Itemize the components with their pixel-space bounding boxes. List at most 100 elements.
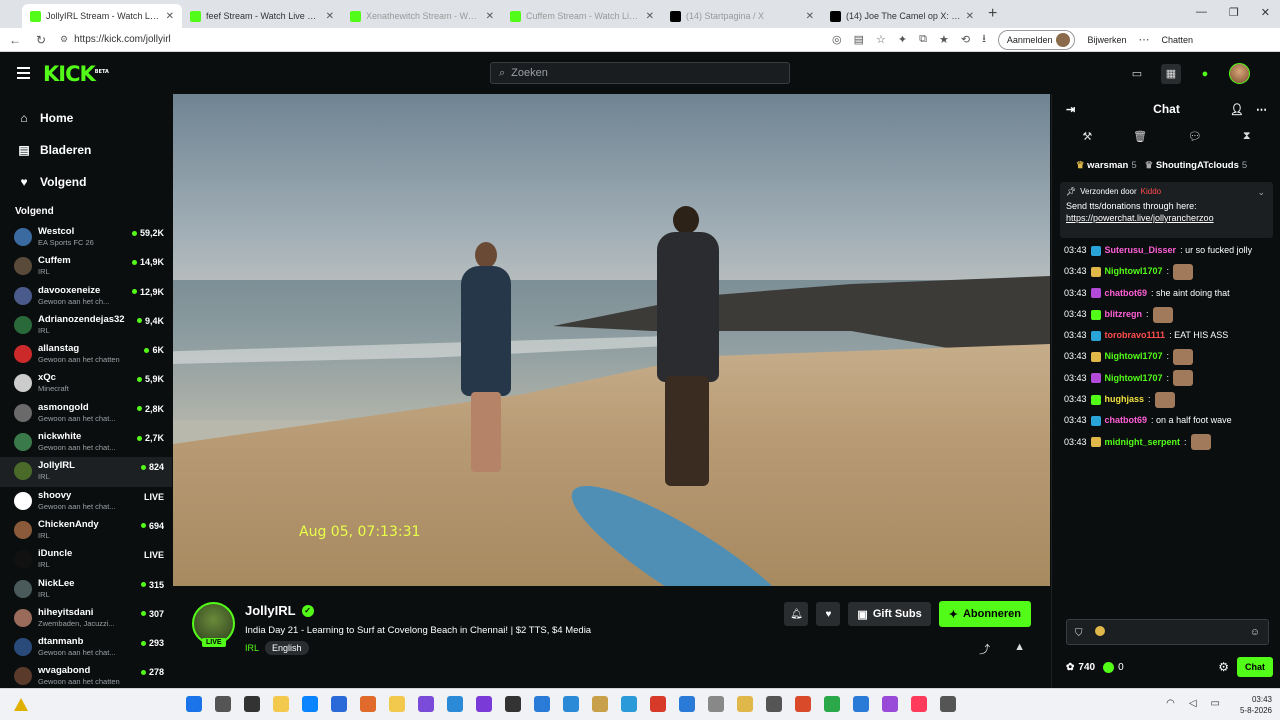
category-link[interactable]: IRL <box>245 643 259 653</box>
chat-message[interactable]: 03:43 blitzregn: <box>1064 304 1274 325</box>
kick-points[interactable]: 0 <box>1103 661 1124 673</box>
hammer-icon[interactable]: ⚒ <box>1082 130 1092 152</box>
taskbar-app-icon[interactable] <box>563 696 579 712</box>
site-info-icon[interactable]: ⚙ <box>60 34 68 45</box>
chat-message[interactable]: 03:43 torobravo1111: EAT HIS ASS <box>1064 325 1274 346</box>
minimize-icon[interactable]: — <box>1196 6 1207 19</box>
pinned-link[interactable]: https://powerchat.live/jollyrancherzoo <box>1066 213 1267 223</box>
gift-subs-button[interactable]: ▣ Gift Subs <box>848 602 931 626</box>
taskbar-app-icon[interactable] <box>679 696 695 712</box>
taskbar-app-icon[interactable] <box>186 696 202 712</box>
sidebar-channel[interactable]: JollyIRL IRL 824 <box>0 457 172 487</box>
taskbar-app-icon[interactable] <box>737 696 753 712</box>
favorite-star-icon[interactable]: ☆ <box>876 33 886 46</box>
system-clock[interactable]: 03:43 5-8-2026 <box>1240 694 1272 716</box>
trash-icon[interactable]: 🗑︎ <box>1133 130 1147 152</box>
message-username[interactable]: torobravo1111 <box>1105 325 1166 346</box>
chat-message[interactable]: 03:43 chatbot69: on a half foot wave <box>1064 410 1274 431</box>
sidebar-channel[interactable]: nickwhite Gewoon aan het chat... 2,7K <box>0 428 172 457</box>
sidebar-channel[interactable]: shoovy Gewoon aan het chat... LIVE <box>0 487 172 516</box>
sidebar-channel[interactable]: davooxeneize Gewoon aan het ch... 12,9K <box>0 282 172 311</box>
url-field[interactable]: ⚙ https://kick.com/jollyirl <box>60 34 820 45</box>
gifter[interactable]: ♛ warsman 5 <box>1076 160 1137 171</box>
taskbar-app-icon[interactable] <box>244 696 260 712</box>
tab-close-icon[interactable]: ✕ <box>966 11 974 22</box>
taskbar-app-icon[interactable] <box>505 696 521 712</box>
sidebar-channel[interactable]: xQc Minecraft 5,9K <box>0 369 172 398</box>
sidebar-channel[interactable]: Westcol EA Sports FC 26 59,2K <box>0 223 172 252</box>
reload-icon[interactable]: ↻ <box>34 33 48 47</box>
signin-button[interactable]: Aanmelden <box>997 29 1076 50</box>
notification-bell-button[interactable]: 🔔︎ <box>784 602 809 626</box>
more-options-icon[interactable]: ⋯ <box>1256 103 1267 116</box>
message-username[interactable]: Nightowl1707 <box>1105 346 1163 367</box>
collapse-chat-icon[interactable]: ⇥ <box>1066 103 1075 116</box>
message-username[interactable]: Nightowl1707 <box>1105 368 1163 389</box>
history-icon[interactable]: ⟲ <box>961 33 970 46</box>
taskbar-app-icon[interactable] <box>389 696 405 712</box>
taskbar-app-icon[interactable] <box>650 696 666 712</box>
more-icon[interactable]: ⋯ <box>1138 33 1149 46</box>
unpin-icon[interactable]: ⌄ <box>1257 187 1265 198</box>
layout-icon[interactable]: ▦ <box>1161 63 1181 84</box>
browser-tab[interactable]: feef Stream - Watch Live on Kick ✕ <box>182 4 342 28</box>
message-username[interactable]: hughjass <box>1105 389 1145 410</box>
report-warning-icon[interactable]: ▲ <box>1014 641 1025 657</box>
send-chat-button[interactable]: Chat <box>1237 657 1273 677</box>
favorites-icon[interactable]: ★ <box>939 33 949 46</box>
close-window-icon[interactable]: ✕ <box>1261 6 1270 19</box>
subscribe-button[interactable]: ✦ Abonneren <box>938 601 1031 627</box>
restore-icon[interactable]: ❐ <box>1229 6 1239 19</box>
pinned-sender[interactable]: Kiddo <box>1141 187 1161 196</box>
extensions-icon[interactable]: ✦ <box>898 33 907 46</box>
follow-button[interactable]: ♥ <box>816 602 841 626</box>
video-player[interactable]: Aug 05, 07:13:31 <box>173 94 1050 586</box>
language-tag[interactable]: English <box>265 641 309 655</box>
share-icon[interactable]: ⤴ <box>979 641 990 657</box>
tab-close-icon[interactable]: ✕ <box>806 11 814 22</box>
chat-message[interactable]: 03:43 midnight_serpent: <box>1064 432 1274 453</box>
taskbar-app-icon[interactable] <box>708 696 724 712</box>
menu-icon[interactable] <box>17 67 30 79</box>
sidebar-channel[interactable]: NickLee IRL 315 <box>0 575 172 604</box>
browser-tab[interactable]: (14) Startpagina / X ✕ <box>662 4 822 28</box>
taskbar-app-icon[interactable] <box>592 696 608 712</box>
user-avatar[interactable] <box>1229 63 1250 84</box>
sidebar-channel[interactable]: wvagabond Gewoon aan het chatten 278 <box>0 662 172 688</box>
chat-bubble-icon[interactable]: 💬︎ <box>1188 130 1202 152</box>
browser-tab[interactable]: Xenathewitch Stream - Watch Liv ✕ <box>342 4 502 28</box>
sidebar-channel[interactable]: hiheyitsdani Zwembaden, Jacuzzi... 307 <box>0 604 172 633</box>
sidebar-item-home[interactable]: ⌂ Home <box>18 102 172 134</box>
sidebar-channel[interactable]: allanstag Gewoon aan het chatten 6K <box>0 340 172 369</box>
search-input[interactable]: ⌕ Zoeken <box>490 62 790 84</box>
taskbar-app-icon[interactable] <box>476 696 492 712</box>
sidebar-channel[interactable]: ChickenAndy IRL 694 <box>0 516 172 545</box>
copilot-chat-button[interactable]: Chatten <box>1161 35 1193 45</box>
channel-points[interactable]: ✿ 740 <box>1066 662 1095 673</box>
taskbar-app-icon[interactable] <box>795 696 811 712</box>
chat-message[interactable]: 03:43 chatbot69: she aint doing that <box>1064 283 1274 304</box>
browser-tab[interactable]: Cuffem Stream - Watch Live on Ki ✕ <box>502 4 662 28</box>
sidebar-channel[interactable]: Cuffem IRL 14,9K <box>0 252 172 281</box>
taskbar-app-icon[interactable] <box>331 696 347 712</box>
chat-message[interactable]: 03:43 Suterusu_Disser: ur so fucked jolly <box>1064 240 1274 261</box>
chat-settings-icon[interactable]: ⚙ <box>1218 660 1229 674</box>
taskbar-app-icon[interactable] <box>853 696 869 712</box>
new-tab-button[interactable]: + <box>988 5 997 23</box>
tab-close-icon[interactable]: ✕ <box>646 11 654 22</box>
sidebar-channel[interactable]: asmongold Gewoon aan het chat... 2,8K <box>0 399 172 428</box>
taskbar-app-icon[interactable] <box>534 696 550 712</box>
warning-icon[interactable] <box>14 698 28 711</box>
taskbar-app-icon[interactable] <box>766 696 782 712</box>
message-username[interactable]: Nightowl1707 <box>1105 261 1163 282</box>
tab-close-icon[interactable]: ✕ <box>486 11 494 22</box>
taskbar-app-icon[interactable] <box>940 696 956 712</box>
download-icon[interactable]: ⭳ <box>982 30 986 49</box>
taskbar-app-icon[interactable] <box>273 696 289 712</box>
wifi-icon[interactable]: ◠ <box>1166 698 1175 709</box>
taskbar-app-icon[interactable] <box>621 696 637 712</box>
split-icon[interactable]: ⧉ <box>919 33 927 46</box>
sidebar-channel[interactable]: Adrianozendejas32 IRL 9,4K <box>0 311 172 340</box>
hourglass-icon[interactable]: ⧗ <box>1243 130 1251 152</box>
chat-message[interactable]: 03:43 Nightowl1707: <box>1064 261 1274 282</box>
